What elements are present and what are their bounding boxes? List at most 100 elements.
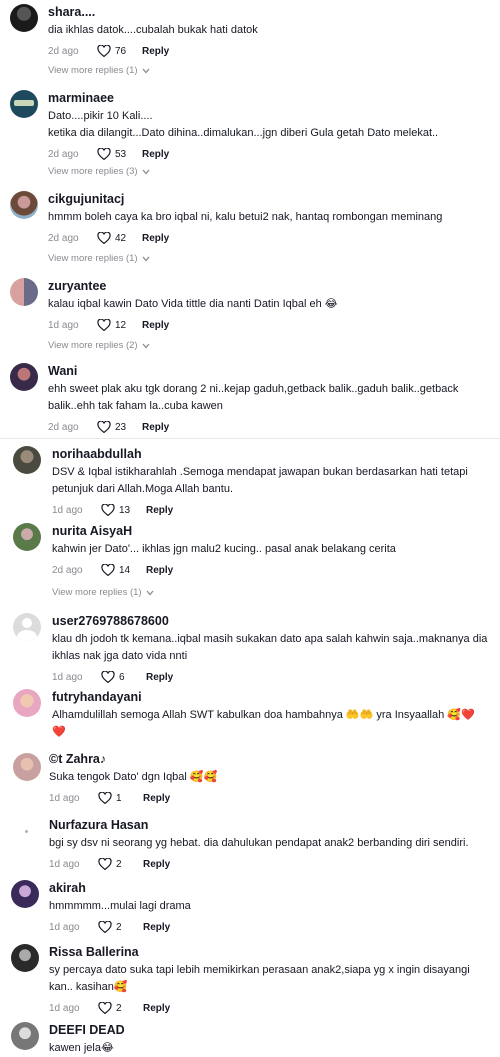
heart-icon	[97, 319, 111, 331]
comment-username[interactable]: DEEFI DEAD	[49, 1022, 488, 1038]
heart-icon	[97, 421, 111, 433]
comment-text: DSV & Iqbal istikharahlah .Semoga mendap…	[52, 466, 468, 495]
comment-username[interactable]: user2769788678600	[52, 613, 488, 629]
reply-button[interactable]: Reply	[142, 46, 169, 57]
comment-username[interactable]: norihaabdullah	[52, 446, 488, 462]
like-count: 14	[119, 564, 131, 576]
heart-icon	[101, 671, 115, 683]
avatar[interactable]	[13, 613, 41, 641]
like-count: 6	[119, 671, 125, 683]
like-button[interactable]: 42	[97, 232, 142, 244]
comment-username[interactable]: shara....	[48, 4, 488, 20]
avatar[interactable]	[13, 689, 41, 717]
comment-text: sy percaya dato suka tapi lebih memikirk…	[49, 964, 470, 993]
like-button[interactable]: 53	[97, 148, 142, 160]
comment-username[interactable]: marminaee	[48, 90, 488, 106]
comment-age: 2d ago	[48, 148, 79, 160]
heart-icon	[101, 504, 115, 516]
view-more-label: View more replies (1)	[48, 253, 138, 264]
comment-text: Dato....pikir 10 Kali.... ketika dia dil…	[48, 110, 439, 139]
like-button[interactable]: 2	[98, 1002, 143, 1014]
reply-button[interactable]: Reply	[143, 922, 170, 933]
like-button[interactable]: 14	[101, 564, 146, 576]
avatar[interactable]	[13, 523, 41, 551]
like-count: 53	[115, 148, 127, 160]
chevron-down-icon	[142, 68, 150, 73]
comment-username[interactable]: nurita AisyaH	[52, 523, 488, 539]
view-more-replies[interactable]: View more replies (1)	[48, 65, 150, 76]
like-count: 12	[115, 319, 127, 331]
reply-button[interactable]: Reply	[146, 565, 173, 576]
comment-text: Alhamdulillah semoga Allah SWT kabulkan …	[52, 709, 475, 738]
reply-button[interactable]: Reply	[143, 1003, 170, 1014]
heart-icon	[98, 858, 112, 870]
like-button[interactable]: 76	[97, 45, 142, 57]
reply-button[interactable]: Reply	[142, 233, 169, 244]
comment-text: ehh sweet plak aku tgk dorang 2 ni..keja…	[48, 383, 459, 412]
avatar[interactable]	[10, 191, 38, 219]
reply-button[interactable]: Reply	[143, 859, 170, 870]
like-count: 23	[115, 421, 127, 433]
avatar[interactable]	[10, 363, 38, 391]
comment-age: 1d ago	[52, 671, 83, 683]
heart-icon	[101, 564, 115, 576]
like-button[interactable]: 13	[101, 504, 146, 516]
like-button[interactable]: 2	[98, 921, 143, 933]
reply-button[interactable]: Reply	[146, 505, 173, 516]
view-more-replies[interactable]: View more replies (3)	[48, 166, 150, 177]
avatar[interactable]	[11, 944, 39, 972]
like-button[interactable]: 12	[97, 319, 142, 331]
heart-icon	[98, 792, 112, 804]
view-more-replies[interactable]: View more replies (2)	[48, 340, 150, 351]
divider	[0, 438, 500, 439]
view-more-label: View more replies (1)	[52, 587, 142, 598]
comment-username[interactable]: Nurfazura Hasan	[49, 817, 488, 833]
avatar[interactable]	[10, 90, 38, 118]
reply-button[interactable]: Reply	[146, 672, 173, 683]
view-more-replies[interactable]: View more replies (1)	[52, 587, 154, 598]
comment-text: kawen jela😂	[49, 1042, 114, 1054]
reply-button[interactable]: Reply	[143, 793, 170, 804]
comment-text: hmmmmm...mulai lagi drama	[49, 900, 191, 912]
avatar[interactable]	[13, 446, 41, 474]
like-count: 2	[116, 1002, 122, 1014]
reply-button[interactable]: Reply	[142, 422, 169, 433]
heart-icon	[98, 921, 112, 933]
like-count: 2	[116, 921, 122, 933]
heart-icon	[97, 45, 111, 57]
comment-text: dia ikhlas datok....cubalah bukak hati d…	[48, 24, 258, 36]
comment-age: 1d ago	[49, 792, 80, 804]
comment-text: Suka tengok Dato' dgn Iqbal 🥰🥰	[49, 771, 218, 783]
reply-button[interactable]: Reply	[142, 149, 169, 160]
avatar[interactable]	[13, 817, 41, 845]
comment-age: 1d ago	[49, 1002, 80, 1014]
comment-age: 1d ago	[48, 319, 79, 331]
comment-text: kalau iqbal kawin Dato Vida tittle dia n…	[48, 298, 338, 310]
comment-age: 1d ago	[49, 858, 80, 870]
chevron-down-icon	[142, 256, 150, 261]
avatar[interactable]	[13, 753, 41, 781]
comment-username[interactable]: Rissa Ballerina	[49, 944, 488, 960]
view-more-replies[interactable]: View more replies (1)	[48, 253, 150, 264]
like-button[interactable]: 23	[97, 421, 142, 433]
comment-username[interactable]: cikgujunitacj	[48, 191, 488, 207]
like-button[interactable]: 1	[98, 792, 143, 804]
like-button[interactable]: 2	[98, 858, 143, 870]
view-more-label: View more replies (3)	[48, 166, 138, 177]
avatar[interactable]	[11, 880, 39, 908]
comment-username[interactable]: akirah	[49, 880, 488, 896]
comment-username[interactable]: Wani	[48, 363, 488, 379]
avatar[interactable]	[10, 4, 38, 32]
like-count: 2	[116, 858, 122, 870]
like-count: 76	[115, 45, 127, 57]
avatar[interactable]	[11, 1022, 39, 1050]
view-more-label: View more replies (2)	[48, 340, 138, 351]
comment-username[interactable]: futryhandayani	[52, 689, 488, 705]
reply-button[interactable]: Reply	[142, 320, 169, 331]
like-button[interactable]: 6	[101, 671, 146, 683]
avatar[interactable]	[10, 278, 38, 306]
heart-icon	[97, 148, 111, 160]
comment-username[interactable]: ©t Zahra♪	[49, 751, 488, 767]
like-count: 13	[119, 504, 131, 516]
comment-username[interactable]: zuryantee	[48, 278, 488, 294]
